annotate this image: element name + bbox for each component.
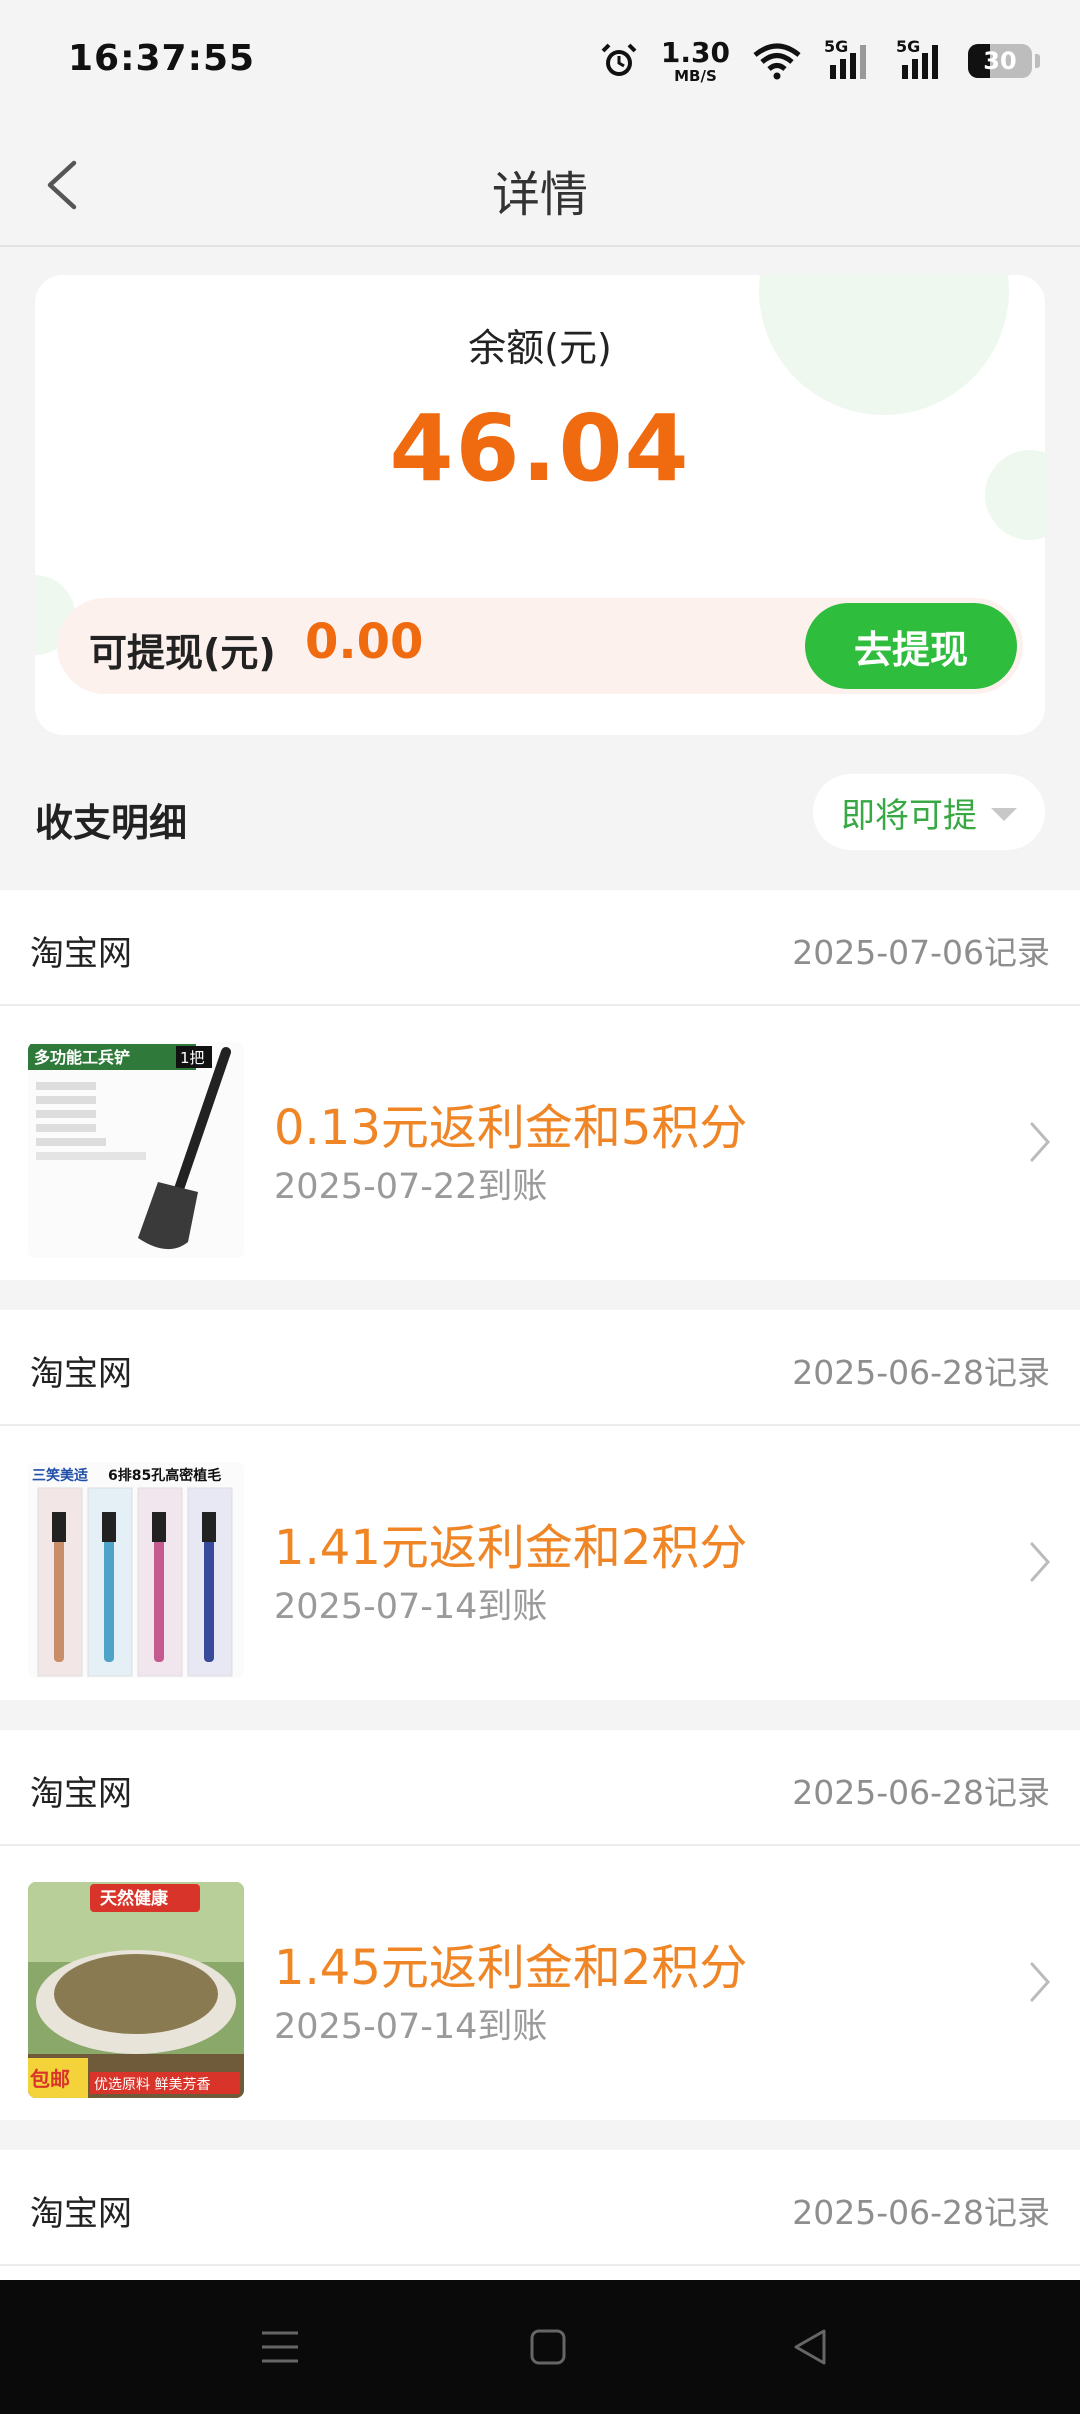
nav-bar: 详情 xyxy=(0,125,1080,247)
details-header: 收支明细 即将可提 xyxy=(0,770,1080,880)
net-speed-value: 1.30 xyxy=(660,35,730,69)
chevron-down-icon xyxy=(991,807,1017,821)
thumb-text: 天然健康 xyxy=(100,1888,169,1909)
record-item[interactable]: 淘宝网 2025-06-28记录 三笑美适 6排85孔高密植毛 1.41元返利金… xyxy=(0,1310,1080,1700)
home-icon[interactable] xyxy=(526,2325,570,2369)
record-store: 淘宝网 xyxy=(30,2194,132,2234)
record-header: 淘宝网 2025-06-28记录 xyxy=(0,1730,1080,1846)
menu-icon[interactable] xyxy=(258,2325,302,2369)
arrival-date: 2025-07-22到账 xyxy=(274,1167,548,1207)
thumb-text: 包邮 xyxy=(30,2067,70,2091)
reward-text: 1.45元返利金和2积分 xyxy=(274,1940,748,1996)
net-speed: 1.30 MB/S xyxy=(660,35,730,85)
battery-level: 30 xyxy=(983,47,1017,75)
arrival-date: 2025-07-14到账 xyxy=(274,1587,548,1627)
record-body[interactable]: 三笑美适 6排85孔高密植毛 1.41元返利金和2积分 2025-07-14到账 xyxy=(0,1426,1080,1700)
product-image-seeds: 天然健康 包邮 优选原料 鲜美芳香 xyxy=(28,1882,244,2098)
chevron-right-icon xyxy=(1030,1122,1051,1162)
record-date: 2025-06-28记录 xyxy=(792,1353,1050,1392)
filter-dropdown[interactable]: 即将可提 xyxy=(813,774,1045,850)
record-item[interactable]: 淘宝网 2025-06-28记录 天然健康 包邮 优选原料 鲜美芳香 1.45元… xyxy=(0,1730,1080,2120)
record-body[interactable]: 天然健康 包邮 优选原料 鲜美芳香 1.45元返利金和2积分 2025-07-1… xyxy=(0,1846,1080,2120)
thumb-text: 6排85孔高密植毛 xyxy=(108,1467,221,1484)
record-item[interactable]: 淘宝网 2025-07-06记录 多功能工兵铲 1把 0.13元返利金和5积分 … xyxy=(0,890,1080,1280)
record-store: 淘宝网 xyxy=(30,1774,132,1814)
reward-text: 1.41元返利金和2积分 xyxy=(274,1520,748,1576)
thumb-text: 优选原料 鲜美芳香 xyxy=(94,2076,210,2093)
filter-label: 即将可提 xyxy=(841,795,977,836)
alarm-icon xyxy=(601,43,637,76)
withdrawable-amount: 0.00 xyxy=(305,614,424,670)
product-image-shovel: 多功能工兵铲 1把 xyxy=(28,1042,244,1258)
record-header: 淘宝网 2025-06-28记录 xyxy=(0,2150,1080,2266)
page-title: 详情 xyxy=(491,167,588,223)
chevron-right-icon xyxy=(1030,1542,1051,1582)
record-store: 淘宝网 xyxy=(30,1354,132,1394)
thumb-text: 多功能工兵铲 xyxy=(34,1048,130,1067)
system-nav-bar xyxy=(0,2280,1080,2414)
details-title: 收支明细 xyxy=(35,801,188,845)
balance-card: 余额(元) 46.04 可提现(元) 0.00 去提现 xyxy=(35,275,1045,735)
record-date: 2025-06-28记录 xyxy=(792,1773,1050,1812)
record-date: 2025-06-28记录 xyxy=(792,2193,1050,2232)
withdraw-button[interactable]: 去提现 xyxy=(805,603,1017,689)
status-time: 16:37:55 xyxy=(68,38,256,79)
balance-amount: 46.04 xyxy=(389,395,691,502)
thumb-text: 三笑美适 xyxy=(32,1467,88,1484)
net-speed-unit: MB/S xyxy=(674,66,717,85)
signal-1: 5G xyxy=(824,37,874,81)
record-header: 淘宝网 2025-06-28记录 xyxy=(0,1310,1080,1426)
balance-label: 余额(元) xyxy=(468,326,612,370)
arrival-date: 2025-07-14到账 xyxy=(274,2007,548,2047)
thumb-text: 1把 xyxy=(180,1049,205,1067)
record-header: 淘宝网 2025-07-06记录 xyxy=(0,890,1080,1006)
record-store: 淘宝网 xyxy=(30,934,132,974)
withdraw-row: 可提现(元) 0.00 去提现 xyxy=(57,598,1023,694)
signal-icon xyxy=(902,45,938,79)
battery-icon: 30 xyxy=(968,44,1040,78)
record-date: 2025-07-06记录 xyxy=(792,933,1050,972)
signal-2: 5G xyxy=(896,37,946,81)
signal-icon xyxy=(830,45,866,79)
reward-text: 0.13元返利金和5积分 xyxy=(274,1100,748,1156)
back-icon[interactable] xyxy=(788,2325,832,2369)
record-body[interactable]: 多功能工兵铲 1把 0.13元返利金和5积分 2025-07-22到账 xyxy=(0,1006,1080,1280)
chevron-right-icon xyxy=(1030,1962,1051,2002)
status-bar: 16:37:55 1.30 MB/S 5G 5G 30 xyxy=(0,0,1080,125)
status-icons: 1.30 MB/S 5G 5G 30 xyxy=(599,35,1040,86)
record-item[interactable]: 淘宝网 2025-06-28记录 xyxy=(0,2150,1080,2280)
wifi-icon xyxy=(753,43,801,80)
product-image-toothbrush: 三笑美适 6排85孔高密植毛 xyxy=(28,1462,244,1678)
withdrawable-label: 可提现(元) xyxy=(89,631,276,675)
